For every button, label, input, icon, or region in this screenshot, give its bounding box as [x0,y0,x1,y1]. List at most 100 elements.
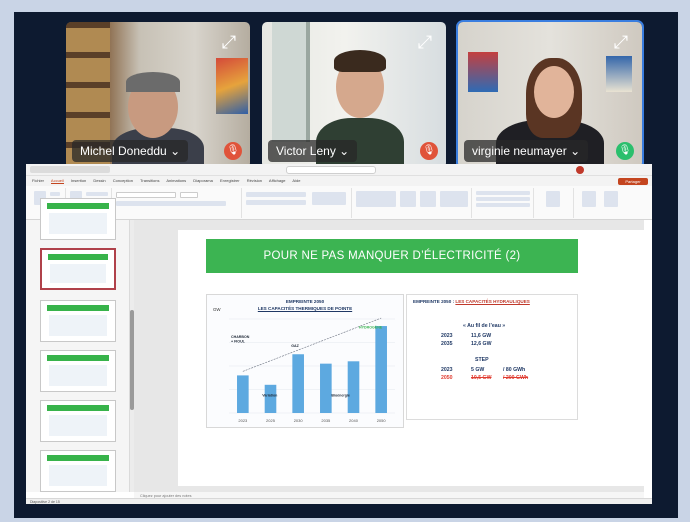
select-icon[interactable] [476,203,530,207]
shape-fill-icon[interactable] [440,191,468,207]
chevron-down-icon[interactable]: ⌄ [570,144,580,158]
chart-bar [237,375,249,413]
layout-icon[interactable] [86,192,108,196]
chart-annotation: GAZ [291,344,299,348]
list-icons[interactable] [246,192,306,197]
chevron-down-icon[interactable]: ⌄ [170,144,180,158]
bar-chart: 2023 2025 2030 2035 2040 2050 CHARBON+ FIOUL GA… [229,317,395,423]
tab-revision[interactable]: Révision [247,178,262,183]
chart-bar [375,326,387,413]
ribbon-group-editing [472,188,534,218]
shapes-gallery[interactable] [356,191,396,207]
chart-annotation: Bioénergie [331,394,350,398]
font-size-select[interactable] [180,192,198,198]
wall-poster [606,56,632,92]
slide-title[interactable]: POUR NE PAS MANQUER D’ÉLECTRICITÉ (2) [206,239,578,273]
font-format-icons[interactable] [116,201,226,206]
tab-conception[interactable]: Conception [113,178,133,183]
expand-icon[interactable]: ⤢ [218,32,240,54]
share-button[interactable]: Partager [618,178,648,185]
tab-enregistrer[interactable]: Enregistrer [220,178,240,183]
tab-diaporama[interactable]: Diaporama [193,178,213,183]
slide-thumbnail-4[interactable] [40,350,116,392]
group1-year: 2035 [441,341,453,347]
chart-box[interactable]: EMPREINTE 2050 LES CAPACITÉS THERMIQUES … [206,294,404,428]
participant-tile-virginie[interactable]: ⤢ virginie neumayer ⌄ 🎙 [456,20,644,170]
chart-subtitle: LES CAPACITÉS THERMIQUES DE POINTE [257,306,353,311]
text-direction-icon[interactable] [312,192,346,205]
group2-year: 2023 [441,367,453,373]
shared-screen: Fichier Accueil Insertion Dessin Concept… [26,164,652,504]
hydraulic-info-box[interactable]: EMPREINTE 2050 : LES CAPACITÉS HYDRAULIQ… [406,294,578,420]
font-family-select[interactable] [116,192,176,198]
expand-icon[interactable]: ⤢ [414,32,436,54]
app-title-bar [26,164,652,176]
participant-name-label: virginie neumayer ⌄ [464,140,589,162]
x-tick-label: 2023 [238,418,248,423]
chart-bar [292,354,304,413]
slide-thumbnails-pane [26,198,130,492]
window-frame [272,22,310,142]
slide-thumbnail-3[interactable] [40,300,116,342]
chart-annotation: HYDROGÈNE [359,324,383,329]
slide-thumbnail-1[interactable] [40,198,116,240]
group1-title: « Au fil de l’eau » [463,323,506,329]
thumbnail-header [47,405,109,411]
thumbnail-header [47,203,109,209]
arrange-icon[interactable] [400,191,416,207]
thumbnail-header [48,254,108,260]
tab-aide[interactable]: Aide [292,178,300,183]
slide[interactable]: POUR NE PAS MANQUER D’ÉLECTRICITÉ (2) EM… [178,230,650,486]
slide-thumbnail-5[interactable] [40,400,116,442]
chart-unit-label: GW [213,307,221,312]
replace-icon[interactable] [476,197,530,201]
cut-icon[interactable] [50,192,60,196]
participant-tile-victor[interactable]: ⤢ Victor Leny ⌄ 🎙 [260,20,448,170]
dictate-icon[interactable] [546,191,560,207]
search-input[interactable] [286,166,376,174]
expand-icon[interactable]: ⤢ [610,32,632,54]
slide-thumbnail-6[interactable] [40,450,116,492]
participant-name-label: Victor Leny ⌄ [268,140,358,162]
chart-annotation: + FIOUL [231,340,246,344]
designer-icon[interactable] [604,191,618,207]
group2-extra: / 80 GWh [503,367,526,373]
addins-icon[interactable] [582,191,596,207]
tab-animations[interactable]: Animations [166,178,186,183]
thumbnail-header [47,455,109,461]
chevron-down-icon[interactable]: ⌄ [339,144,349,158]
ribbon-group-font [112,188,242,218]
quick-access-toolbar[interactable] [30,166,110,173]
wall-poster [216,58,248,114]
ribbon-group-paragraph [242,188,352,218]
thumbnail-header [47,355,109,361]
tab-fichier[interactable]: Fichier [32,178,44,183]
thumbnail-body [49,365,107,386]
align-icons[interactable] [246,200,306,205]
group1-value: 11,6 GW [471,333,492,339]
thumbnail-body [50,264,106,283]
tab-accueil[interactable]: Accueil [50,178,64,184]
slide-thumbnail-2[interactable] [40,248,116,290]
avatar[interactable] [576,166,584,174]
ribbon-group-addins [574,188,650,218]
group1-value: 12,6 GW [471,341,492,347]
participant-tile-michel[interactable]: ⤢ Michel Doneddu ⌄ 🎙 [64,20,252,170]
ribbon-group-voice [534,188,574,218]
styles-icon[interactable] [420,191,436,207]
participant-head [534,66,574,118]
status-bar: Diapositive 2 de 15 [26,498,652,504]
wall-poster [468,52,498,92]
participant-hair [126,72,180,92]
chart-bar [347,361,360,413]
tab-affichage[interactable]: Affichage [269,178,286,183]
x-tick-label: 2035 [321,418,331,423]
tab-transitions[interactable]: Transitions [140,178,159,183]
thumbnail-body [49,315,107,336]
thumbnail-header [47,305,109,311]
find-icon[interactable] [476,191,530,195]
chart-annotation: Variation [262,394,277,398]
group2-extra: / 200 GWh [503,375,529,381]
tab-insertion[interactable]: Insertion [71,178,86,183]
tab-dessin[interactable]: Dessin [93,178,105,183]
